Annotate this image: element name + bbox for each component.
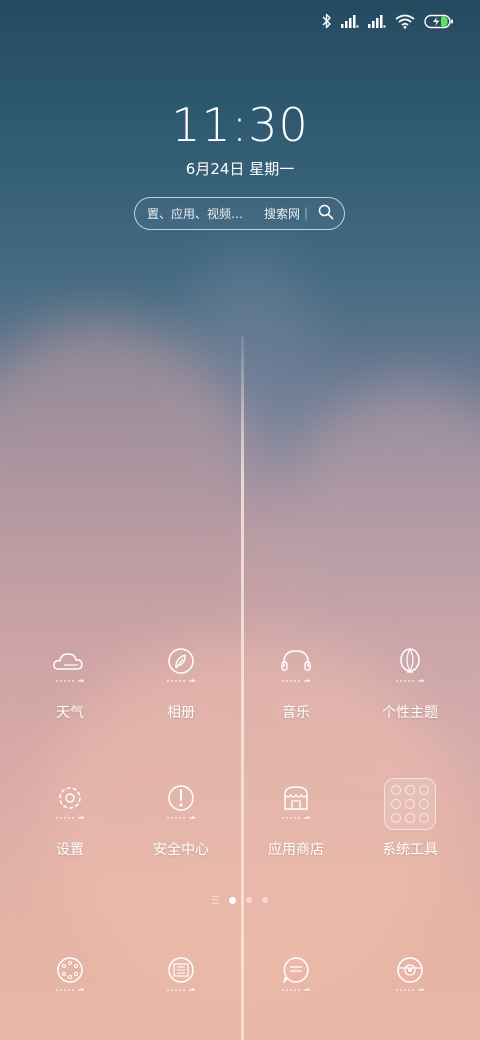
page-dot[interactable]: [262, 897, 268, 903]
signal-icon: [341, 14, 359, 28]
security-icon: [161, 784, 201, 824]
search-web-label: 搜索网｜: [263, 207, 312, 221]
app-store[interactable]: 应用商店: [241, 784, 351, 860]
wallpaper-cloud: [260, 380, 480, 800]
app-label: 系统工具: [382, 842, 438, 858]
themes-icon: [390, 647, 430, 687]
messages-icon: [276, 956, 316, 996]
status-bar: [322, 10, 454, 32]
page-list-icon[interactable]: [212, 896, 219, 904]
app-settings[interactable]: 设置: [15, 784, 125, 860]
wifi-icon: [395, 14, 415, 29]
app-security[interactable]: 安全中心: [126, 784, 236, 860]
app-label: 安全中心: [153, 842, 209, 858]
gallery-icon: [161, 647, 201, 687]
page-dot-active[interactable]: [229, 896, 236, 904]
app-music[interactable]: 音乐: [241, 647, 351, 723]
camera-icon: [390, 956, 430, 996]
dock-phone[interactable]: [15, 956, 125, 996]
clock-date[interactable]: 6月24日 星期一: [0, 158, 480, 180]
weather-icon: [50, 647, 90, 687]
dock-contacts[interactable]: [126, 956, 236, 996]
bluetooth-icon: [322, 13, 332, 29]
app-folder-system-tools[interactable]: 系统工具: [355, 778, 465, 860]
app-weather[interactable]: 天气: [15, 647, 125, 723]
app-label: 相册: [167, 705, 195, 721]
app-label: 应用商店: [268, 842, 324, 858]
app-label: 个性主题: [382, 705, 438, 721]
app-themes[interactable]: 个性主题: [355, 647, 465, 723]
page-dot[interactable]: [246, 897, 252, 903]
app-gallery[interactable]: 相册: [126, 647, 236, 723]
clock-time[interactable]: 11:30: [0, 97, 480, 153]
page-indicator[interactable]: [0, 896, 480, 904]
app-label: 音乐: [282, 705, 310, 721]
folder-icon: [384, 778, 436, 830]
settings-icon: [50, 784, 90, 824]
phone-icon: [50, 956, 90, 996]
battery-charging-icon: [424, 14, 454, 29]
search-icon: [318, 204, 334, 223]
app-label: 设置: [56, 842, 84, 858]
search-bar[interactable]: 置、应用、视频… 搜索网｜: [134, 197, 345, 230]
wallpaper-cloud: [180, 250, 320, 510]
wallpaper-cloud: [0, 320, 280, 840]
dock-messages[interactable]: [241, 956, 351, 996]
app-label: 天气: [56, 705, 84, 721]
contacts-icon: [161, 956, 201, 996]
music-icon: [276, 647, 316, 687]
app-store-icon: [276, 784, 316, 824]
dock-camera[interactable]: [355, 956, 465, 996]
signal-icon: [368, 14, 386, 28]
search-placeholder: 置、应用、视频…: [147, 207, 244, 221]
